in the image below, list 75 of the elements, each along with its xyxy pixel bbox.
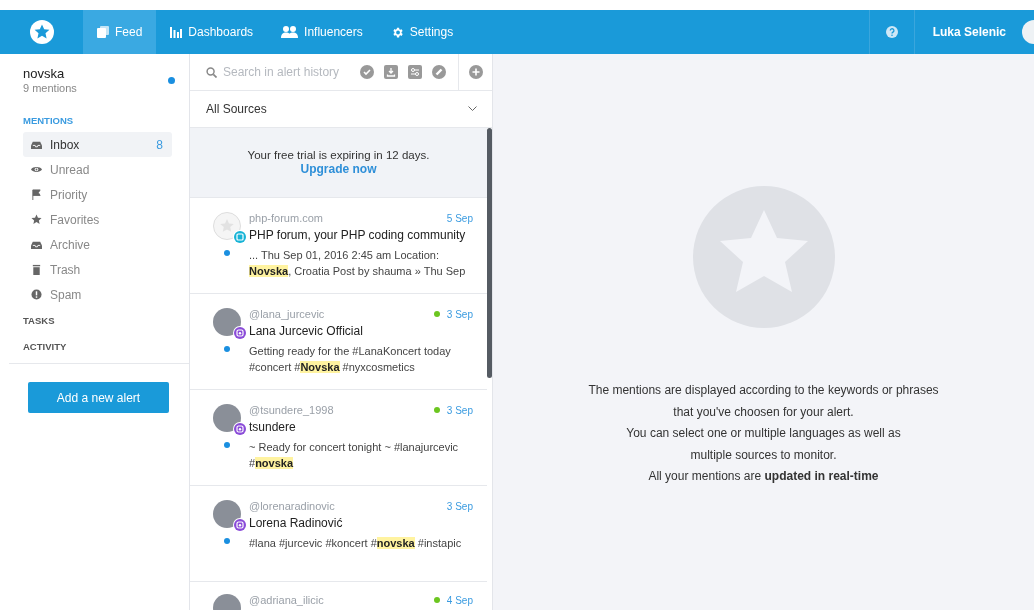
sidebar-item[interactable]: Inbox 8 [23,132,172,157]
inbox-icon [31,239,42,250]
section-heading[interactable]: TASKS [0,307,189,333]
add-alert-button[interactable]: Add a new alert [28,382,169,413]
mention-date: 3 Sep [446,404,473,416]
nav-tab[interactable]: Feed [83,10,157,54]
flag-icon [31,189,42,200]
cards-icon [97,26,109,38]
camera-badge-icon [232,518,247,532]
sidebar-item[interactable]: Favorites [23,207,172,232]
mention-source[interactable]: @lorenaradinovic [249,500,447,512]
star-icon [31,214,42,225]
mention-source[interactable]: @lana_jurcevic [249,308,434,320]
mention-date: 3 Sep [446,500,473,512]
sidebar-item[interactable]: Archive [23,232,172,257]
mention-date: 3 Sep [446,308,473,320]
user-name[interactable]: Luka Selenic [914,10,1022,54]
search-icon [206,66,217,78]
help-icon [885,26,898,38]
mention-title: Lorena Radinović [249,516,344,530]
chevron-down-icon [468,106,477,112]
sidebar-item[interactable]: Trash [23,257,172,282]
inbox-icon [31,139,42,150]
avatar-photo-placeholder [212,308,241,336]
info-text: All your mentions are updated in real-time [647,468,880,485]
sliders-icon[interactable] [408,65,422,79]
mention-count: 9 mentions [23,82,77,94]
mention-date: 5 Sep [446,212,473,224]
trash-icon [31,264,42,275]
people-icon [281,26,299,38]
eye-icon [31,164,42,175]
sidebar-item[interactable]: Priority [23,182,172,207]
mention-item[interactable]: @tsundere_1998 3 Sep tsundere ~ Ready for concert tonight ~ #lanajurcevic #novska [190,390,487,486]
mention-item[interactable]: @lana_jurcevic 3 Sep Lana Jurcevic Official Getting ready for the #LanaKoncert today #concert #Novska #nyxcosmetics [190,294,487,390]
mention-source[interactable]: @tsundere_1998 [249,404,434,416]
bar-chart-icon [170,26,183,38]
mention-item[interactable]: @lorenaradinovic 3 Sep Lorena Radinović #lana #jurcevic #koncert #novska #instapic [190,486,487,582]
mention-text: Getting ready for the #LanaKoncert today #concert #Novska #nyxcosmetics [249,344,452,375]
camera-badge-icon [232,422,247,436]
section-heading[interactable]: ACTIVITY [0,333,189,359]
mention-title: Lana Jurcevic Official [249,324,364,338]
camera-badge-icon [232,326,247,340]
mention-item[interactable]: @adriana_ilicic 4 Sep [190,582,487,610]
mention-text: ~ Ready for concert tonight ~ #lanajurcevic #novska [249,440,460,471]
avatar-photo-placeholder [212,500,241,528]
avatar-photo-placeholder [212,404,241,432]
mention-date: 4 Sep [446,594,473,606]
mention-text: ... Thu Sep 01, 2016 2:45 am Location: Novska, Croatia Post by shauma » Thu Sep [249,248,467,279]
scrollbar-thumb[interactable] [487,128,492,378]
download-icon[interactable] [384,65,398,79]
trial-message: Your free trial is expiring in 12 days. [247,149,430,161]
mention-item[interactable]: php-forum.com 5 Sep PHP forum, your PHP coding community ... Thu Sep 01, 2016 2:45 am Location: Novska, Croatia Post by shauma » Thu Sep [190,198,487,294]
nav-tab[interactable]: Settings [376,10,468,54]
section-heading: MENTIONS [22,113,75,128]
upgrade-link[interactable]: Upgrade now [300,162,377,176]
mention-source[interactable]: php-forum.com [249,212,447,224]
mention-title: PHP forum, your PHP coding community [249,228,467,242]
star-avatar-icon [212,212,241,240]
info-text: The mentions are displayed according to the keywords or phrases [588,382,939,399]
info-text: that you've choosen for your alert. [672,403,855,421]
nav-tab[interactable]: Dashboards [156,10,268,54]
plus-icon[interactable] [468,65,483,79]
star-logo-icon[interactable] [29,20,54,44]
mention-title: tsundere [249,420,297,434]
mention-text: #lana #jurcevic #koncert #novska #instapic [249,536,463,551]
info-text: You can select one or multiple languages as well as [625,425,902,442]
sidebar-item[interactable]: Unread [23,157,172,182]
alert-name[interactable]: novska [23,66,77,81]
exclamation-icon [31,289,42,300]
mention-source[interactable]: @adriana_ilicic [249,594,434,606]
check-icon[interactable] [360,65,374,79]
info-text: multiple sources to monitor. [689,446,838,464]
sidebar-item[interactable]: Spam [23,282,172,307]
forum-badge-icon [232,230,247,244]
nav-tab[interactable]: Influencers [267,10,377,54]
